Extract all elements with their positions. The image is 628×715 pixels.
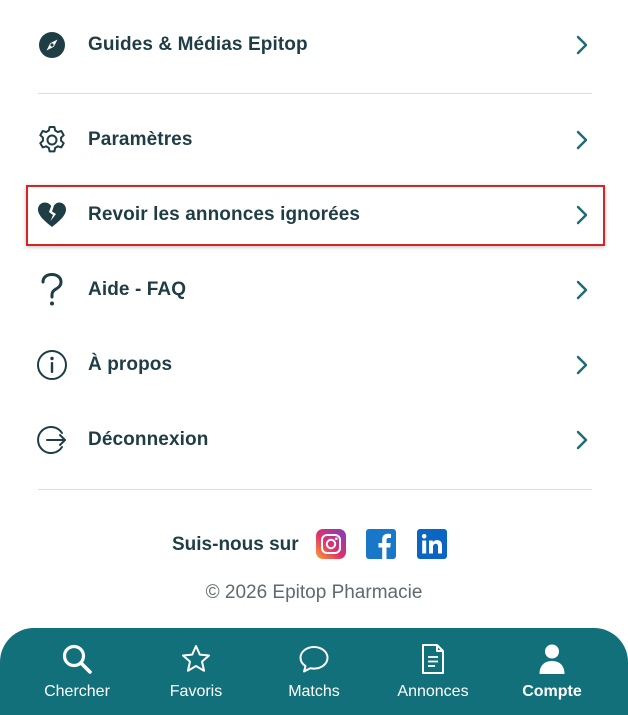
chat-bubble-icon [259, 642, 369, 676]
social-links: Suis-nous sur [0, 526, 628, 564]
nav-item-search[interactable]: Chercher [22, 628, 132, 715]
menu-item-label: Aide - FAQ [88, 279, 187, 300]
menu-item-label: Revoir les annonces ignorées [88, 204, 361, 225]
nav-item-matches[interactable]: Matchs [259, 628, 369, 715]
instagram-icon[interactable] [316, 529, 346, 559]
chevron-right-icon [572, 33, 592, 57]
menu-item-settings[interactable]: Paramètres [0, 110, 628, 170]
linkedin-icon[interactable] [417, 529, 447, 559]
menu-item-ignored-ads[interactable]: Revoir les annonces ignorées [0, 185, 628, 245]
compass-icon [36, 29, 68, 61]
nav-label: Chercher [44, 683, 110, 700]
account-page: Guides & Médias Epitop Paramètres Revoir… [0, 0, 628, 715]
logout-icon [36, 424, 68, 456]
follow-us-label: Suis-nous sur [172, 534, 299, 555]
user-icon [497, 642, 607, 676]
question-mark-icon [36, 273, 68, 306]
menu-item-help-faq[interactable]: Aide - FAQ [0, 260, 628, 320]
nav-label: Compte [522, 683, 582, 700]
search-icon [22, 642, 132, 676]
nav-label: Matchs [288, 683, 340, 700]
chevron-right-icon [572, 278, 592, 302]
nav-item-listings[interactable]: Annonces [378, 628, 488, 715]
info-icon [36, 349, 68, 381]
nav-item-favorites[interactable]: Favoris [141, 628, 251, 715]
menu-item-logout[interactable]: Déconnexion [0, 410, 628, 470]
chevron-right-icon [572, 428, 592, 452]
divider [38, 93, 592, 94]
chevron-right-icon [572, 353, 592, 377]
gear-icon [36, 124, 68, 156]
copyright-text: © 2026 Epitop Pharmacie [205, 582, 423, 603]
star-icon [141, 642, 251, 676]
menu-item-label: À propos [88, 354, 173, 375]
nav-label: Annonces [397, 683, 469, 700]
bottom-nav: Chercher Favoris Matchs Annonces Compte [0, 628, 628, 715]
document-icon [378, 642, 488, 676]
nav-item-account[interactable]: Compte [497, 628, 607, 715]
broken-heart-icon [36, 199, 68, 231]
menu-item-about[interactable]: À propos [0, 335, 628, 395]
facebook-icon[interactable] [366, 529, 396, 559]
menu-item-label: Paramètres [88, 129, 193, 150]
chevron-right-icon [572, 128, 592, 152]
chevron-right-icon [572, 203, 592, 227]
menu-item-guides[interactable]: Guides & Médias Epitop [0, 15, 628, 75]
menu-item-label: Guides & Médias Epitop [88, 34, 308, 55]
divider [38, 489, 592, 490]
nav-label: Favoris [169, 683, 223, 700]
menu-item-label: Déconnexion [88, 429, 209, 450]
